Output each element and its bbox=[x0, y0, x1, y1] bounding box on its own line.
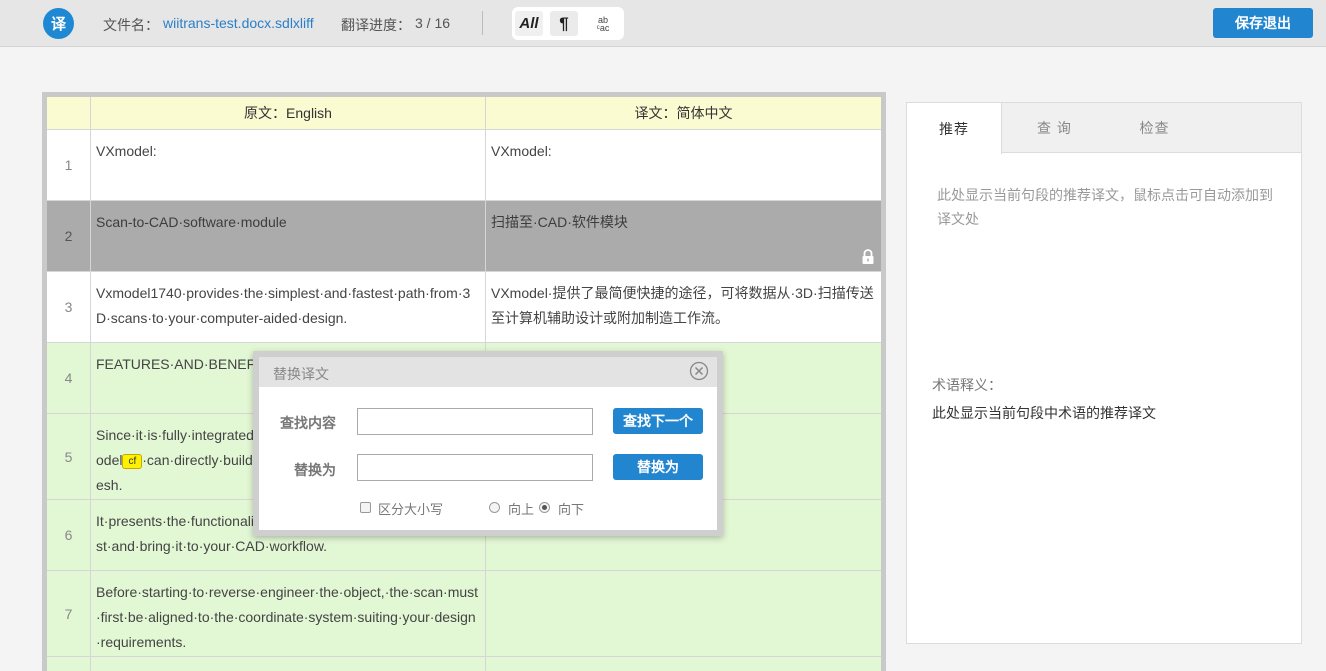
show-all-button[interactable]: All bbox=[515, 11, 543, 36]
table-row[interactable]: 3 Vxmodel1740·provides·the·simplest·and·… bbox=[47, 272, 881, 343]
source-text: odel bbox=[96, 452, 123, 468]
direction-down-radio[interactable] bbox=[539, 502, 550, 513]
segment-number: 7 bbox=[47, 571, 91, 656]
source-cell: Vxmodel1740·provides·the·simplest·and·fa… bbox=[91, 272, 486, 342]
replace-label: 替换为 bbox=[294, 462, 336, 478]
target-cell[interactable] bbox=[486, 657, 881, 671]
dialog-title-bar[interactable]: 替换译文 bbox=[259, 357, 717, 387]
recommend-hint[interactable]: 此处显示当前句段的推荐译文，鼠标点击可自动添加到译文处 bbox=[937, 183, 1277, 231]
segment-number: 4 bbox=[47, 343, 91, 413]
segment-number: 3 bbox=[47, 272, 91, 342]
source-cell: Scan-to-CAD·software·module bbox=[91, 201, 486, 271]
direction-up-label[interactable]: 向上 bbox=[508, 499, 534, 518]
term-hint[interactable]: 此处显示当前句段中术语的推荐译文 bbox=[932, 403, 1156, 423]
target-text: 扫描至·CAD·软件模块 bbox=[491, 214, 628, 230]
view-toggle-group: All ¶ ab ᶜac bbox=[512, 7, 624, 40]
find-input[interactable] bbox=[357, 408, 593, 435]
direction-down-label[interactable]: 向下 bbox=[558, 499, 584, 518]
pilcrow-icon[interactable]: ¶ bbox=[550, 11, 578, 36]
source-cell bbox=[91, 657, 486, 671]
replace-dialog: 替换译文 查找内容 查找下一个 替换为 替换为 区分大小写 向上 向下 bbox=[253, 351, 723, 536]
table-row[interactable]: 1 VXmodel: VXmodel: bbox=[47, 130, 881, 201]
table-row[interactable] bbox=[47, 657, 881, 671]
replace-input[interactable] bbox=[357, 454, 593, 481]
source-text: ·can·directly·build bbox=[142, 452, 253, 468]
target-cell[interactable]: 扫描至·CAD·软件模块 bbox=[486, 201, 881, 271]
target-cell[interactable]: VXmodel·提供了最简便快捷的途径，可将数据从·3D·扫描传送至计算机辅助设… bbox=[486, 272, 881, 342]
find-label: 查找内容 bbox=[280, 415, 336, 431]
lock-icon bbox=[862, 249, 874, 264]
replace-button[interactable]: 替换为 bbox=[613, 454, 703, 480]
dialog-title: 替换译文 bbox=[273, 366, 329, 382]
progress-value: 3 / 16 bbox=[415, 15, 451, 31]
term-label: 术语释义： bbox=[932, 377, 1002, 393]
match-case-label[interactable]: 区分大小写 bbox=[378, 499, 443, 518]
tab-lookup[interactable]: 查 询 bbox=[1007, 103, 1102, 153]
direction-up-radio[interactable] bbox=[489, 502, 500, 513]
match-case-icon-bottom: ᶜac bbox=[596, 22, 610, 33]
toolbar-divider bbox=[482, 11, 483, 35]
save-exit-button[interactable]: 保存退出 bbox=[1213, 8, 1313, 38]
segment-number: 1 bbox=[47, 130, 91, 200]
segment-number: 5 bbox=[47, 414, 91, 499]
target-cell[interactable]: VXmodel: bbox=[486, 130, 881, 200]
source-line: st·and·bring·it·to·your·CAD·workflow. bbox=[96, 538, 328, 554]
header-num-cell bbox=[47, 97, 91, 129]
progress-label: 翻译进度： bbox=[341, 17, 411, 33]
close-icon[interactable] bbox=[689, 361, 709, 381]
table-row[interactable]: 7 Before·starting·to·reverse·engineer·th… bbox=[47, 571, 881, 657]
segment-number: 2 bbox=[47, 201, 91, 271]
find-next-button[interactable]: 查找下一个 bbox=[613, 408, 703, 434]
source-cell: Before·starting·to·reverse·engineer·the·… bbox=[91, 571, 486, 656]
tab-check[interactable]: 检查 bbox=[1107, 103, 1202, 153]
source-column-header: 原文：English bbox=[91, 97, 486, 129]
table-row-locked[interactable]: 2 Scan-to-CAD·software·module 扫描至·CAD·软件… bbox=[47, 201, 881, 272]
match-case-checkbox[interactable] bbox=[360, 502, 371, 513]
target-cell[interactable] bbox=[486, 571, 881, 656]
segment-number: 6 bbox=[47, 500, 91, 570]
suggestion-panel: 推荐 查 询 检查 此处显示当前句段的推荐译文，鼠标点击可自动添加到译文处 术语… bbox=[906, 102, 1302, 644]
file-name-label: 文件名： bbox=[103, 17, 159, 33]
panel-tabs: 推荐 查 询 检查 bbox=[907, 103, 1301, 154]
segment-number bbox=[47, 657, 91, 671]
source-cell: VXmodel: bbox=[91, 130, 486, 200]
table-header: 原文：English 译文：简体中文 bbox=[47, 97, 881, 130]
format-tag[interactable]: cf bbox=[122, 453, 143, 469]
top-toolbar: 译 文件名： wiitrans-test.docx.sdlxliff 翻译进度：… bbox=[0, 0, 1326, 47]
tab-recommend[interactable]: 推荐 bbox=[907, 103, 1002, 154]
match-case-icon[interactable]: ab ᶜac bbox=[589, 11, 617, 36]
target-column-header: 译文：简体中文 bbox=[634, 104, 733, 121]
file-name-link[interactable]: wiitrans-test.docx.sdlxliff bbox=[163, 15, 314, 31]
app-logo: 译 bbox=[43, 8, 74, 39]
